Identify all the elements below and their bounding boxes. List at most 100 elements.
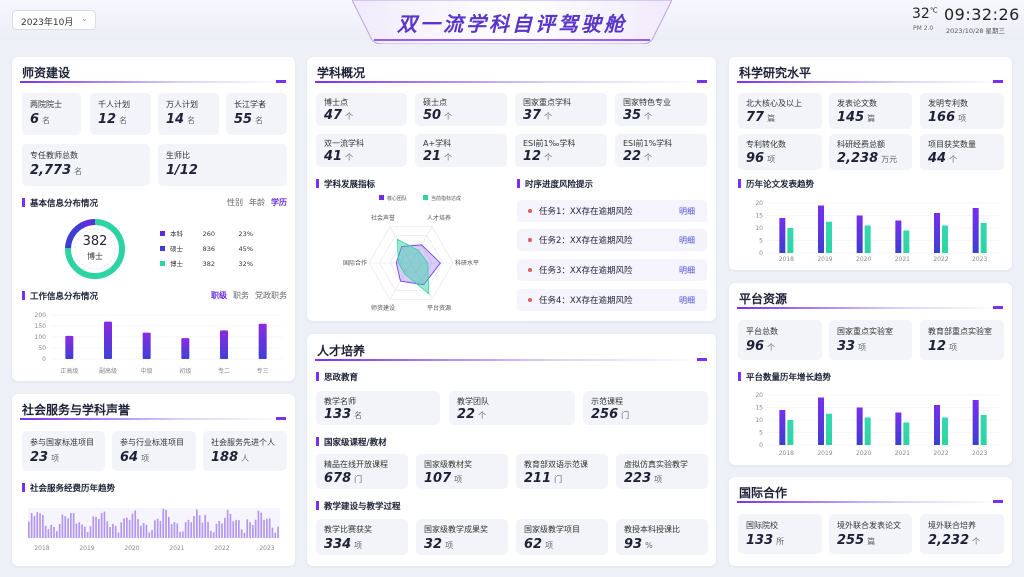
stat-value: 23 项 — [30, 450, 59, 465]
stat-value: 166 项 — [928, 110, 966, 125]
stat-label: 教学团队 — [457, 397, 489, 406]
risk-detail-link[interactable]: 明细 — [679, 265, 695, 276]
area-stripe — [271, 527, 274, 538]
stat-card: 发明专利数 166 项 — [920, 93, 1004, 129]
area-stripe — [64, 516, 67, 538]
stat-number: 77 — [746, 110, 765, 125]
stat-number: 256 — [591, 407, 619, 422]
stat-value: 96 项 — [746, 151, 775, 166]
risk-item: 任务2：XX存在逾期风险 明细 — [517, 229, 707, 251]
stat-card: 国家特色专业 35 个 — [615, 93, 707, 126]
risk-text: 任务1：XX存在逾期风险 — [539, 207, 633, 217]
stat-unit: 项 — [949, 343, 958, 352]
stat-value: 14 名 — [166, 112, 195, 127]
risk-item: 任务1：XX存在逾期风险 明细 — [517, 200, 707, 222]
x-tick-label: 2020 — [856, 256, 871, 263]
stat-number: 33 — [837, 339, 856, 354]
area-stripe — [193, 516, 195, 538]
radar-axis-label: 社会声誉 — [371, 214, 395, 222]
heading-marker — [738, 179, 741, 188]
stat-unit: 项 — [141, 454, 150, 463]
heading-marker — [316, 179, 319, 188]
bar — [142, 332, 151, 359]
tab-position[interactable]: 职务 — [233, 291, 249, 300]
area-stripe — [260, 512, 263, 538]
stat-number: 44 — [928, 151, 947, 166]
y-tick-label: 0 — [759, 250, 763, 257]
page-title: 双一流学科自评驾驶舱 — [397, 12, 627, 36]
area-stripe — [246, 519, 249, 538]
area-stripe — [84, 526, 86, 538]
stat-unit: 篇 — [767, 114, 776, 123]
area-stripe — [67, 518, 69, 538]
title-underline-accent — [276, 80, 286, 83]
y-tick-label: 5 — [759, 430, 763, 437]
stat-unit: 项 — [545, 541, 554, 550]
stat-label: 国际院校 — [746, 521, 778, 530]
risk-detail-link[interactable]: 明细 — [679, 235, 695, 246]
heading-marker — [22, 291, 25, 300]
area-stripe — [50, 524, 53, 538]
month-select-value: 2023年10月 — [21, 18, 74, 28]
x-tick-label: 正高级 — [60, 367, 78, 375]
stat-label: 国家特色专业 — [623, 98, 671, 107]
stat-label: 教授本科授课比 — [624, 525, 680, 534]
tab-party-position[interactable]: 党政职务 — [255, 291, 287, 300]
heading-marker — [316, 437, 319, 446]
area-stripe — [78, 522, 81, 538]
stat-label: 博士点 — [324, 98, 348, 107]
stat-card: 国家重点学科 37 个 — [515, 93, 607, 126]
month-select[interactable]: 2023年10月 ⌄ — [12, 10, 96, 30]
radar-axis-label: 师资建设 — [371, 304, 395, 312]
stat-label: A+学科 — [423, 139, 452, 148]
indicator-title: 学科发展指标 — [324, 180, 376, 190]
tab-gender[interactable]: 性别 — [227, 198, 243, 207]
x-tick-label: 2020 — [856, 450, 871, 457]
stat-number: 35 — [623, 108, 642, 123]
area-stripe — [131, 513, 134, 538]
risk-detail-link[interactable]: 明细 — [679, 295, 695, 306]
section-title: 思政教育 — [324, 373, 359, 383]
tab-age[interactable]: 年龄 — [249, 198, 265, 207]
risk-detail-link[interactable]: 明细 — [679, 206, 695, 217]
bar-series-2 — [787, 420, 794, 445]
legend-row: 本科 260 23% — [160, 228, 253, 243]
area-stripe — [240, 529, 243, 538]
x-tick-label: 2019 — [817, 256, 832, 263]
area-stripe — [36, 512, 39, 538]
stat-unit: 篇 — [867, 114, 876, 123]
y-tick-label: 0 — [42, 356, 46, 363]
area-stripe — [103, 511, 106, 538]
x-tick-label: 2019 — [79, 545, 94, 552]
risk-heading: 时序进度风险提示 — [517, 178, 593, 190]
stat-number: 166 — [928, 110, 956, 125]
work-info-tabs: 职级 职务 党政职务 — [205, 290, 287, 301]
area-stripe — [33, 515, 36, 538]
stat-card: 教学名师 133 名 — [316, 391, 440, 425]
tab-education[interactable]: 学历 — [271, 198, 287, 207]
area-stripe — [277, 526, 279, 538]
panel-title: 科学研究水平 — [739, 66, 812, 80]
stat-number: 22 — [457, 407, 476, 422]
stat-unit: 名 — [119, 116, 128, 125]
title-underline-accent — [993, 306, 1003, 309]
tab-rank[interactable]: 职级 — [211, 291, 227, 300]
stat-label: 教学比赛获奖 — [324, 525, 372, 534]
stat-unit: 万元 — [881, 155, 898, 164]
area-stripe — [159, 520, 162, 538]
area-stripe — [56, 531, 58, 538]
area-stripe — [106, 521, 109, 538]
panel-title: 学科概况 — [317, 66, 366, 80]
area-stripe — [249, 522, 251, 538]
discipline-panel: 学科概况 博士点 47 个 硕士点 50 个 国家重点学科 37 个 国家特色专业 35 个 双… — [307, 57, 716, 321]
stat-value: 256 门 — [591, 407, 629, 422]
radar-legend-label: 当前指标达成 — [431, 195, 461, 202]
stat-label: 境外联合培养 — [928, 521, 976, 530]
stat-label: 精品在线开放课程 — [324, 460, 388, 469]
area-stripe — [137, 519, 139, 538]
area-stripe — [201, 522, 204, 538]
area-stripe — [274, 532, 277, 538]
paper-trend-heading: 历年论文发表趋势 — [738, 178, 814, 190]
stat-number: 133 — [746, 533, 774, 548]
area-stripe — [148, 532, 151, 538]
